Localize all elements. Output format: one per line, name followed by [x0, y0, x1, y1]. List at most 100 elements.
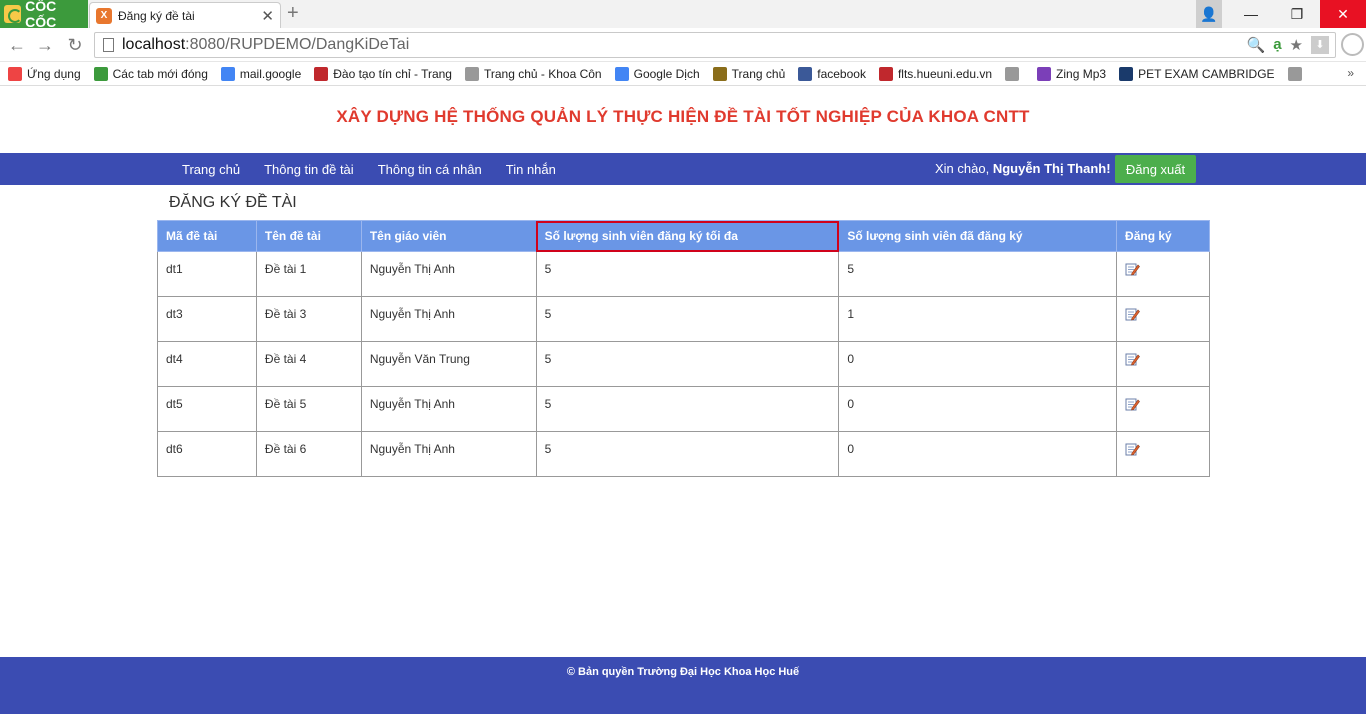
- bookmark-label: mail.google: [239, 66, 302, 81]
- col-header-max-students: Số lượng sinh viên đăng ký tối đa: [535, 220, 840, 252]
- cell-max-students: 5: [535, 251, 840, 297]
- history-icon: [93, 66, 108, 81]
- bookmark-item[interactable]: facebook: [798, 66, 866, 81]
- zoom-icon[interactable]: 🔍: [1247, 36, 1266, 54]
- table-row: dt6 Đề tài 6 Nguyễn Thị Anh 5 0: [157, 431, 1210, 477]
- nav-link-messages[interactable]: Tin nhắn: [494, 162, 568, 177]
- cell-register: [1116, 296, 1210, 342]
- xampp-favicon-icon: X: [96, 7, 112, 24]
- restore-icon[interactable]: ❐: [1274, 0, 1320, 28]
- cell-registered-students: 0: [838, 431, 1118, 477]
- url-input[interactable]: localhost:8080/RUPDEMO/DangKiDeTai 🔍 ạ ★…: [94, 32, 1336, 58]
- cell-topic-id: dt3: [157, 296, 257, 342]
- cell-topic-name: Đề tài 4: [255, 341, 362, 387]
- bookmark-item[interactable]: Trang chủ - Khoa Côn: [464, 66, 602, 81]
- forward-arrow-icon[interactable]: →: [34, 34, 56, 56]
- section-title: ĐĂNG KÝ ĐỀ TÀI: [169, 194, 297, 211]
- cell-topic-name: Đề tài 6: [255, 431, 362, 477]
- coccoc-logo-icon: [4, 5, 23, 23]
- browser-tab[interactable]: X Đăng ký đề tài ✕: [89, 2, 281, 28]
- bookmark-item[interactable]: Ứng dụng: [8, 66, 81, 81]
- nav-link-home[interactable]: Trang chủ: [170, 162, 252, 177]
- shield-icon: [314, 66, 329, 81]
- bookmark-item[interactable]: flts.hueuni.edu.vn: [878, 66, 992, 81]
- extension-circle-icon[interactable]: [1341, 33, 1364, 56]
- cell-max-students: 5: [535, 431, 840, 477]
- bookmark-item[interactable]: Các tab mới đóng: [93, 66, 208, 81]
- address-bar-row: ← → ↻ localhost:8080/RUPDEMO/DangKiDeTai…: [0, 28, 1366, 62]
- page-footer: © Bản quyền Trường Đại Học Khoa Học Huế: [0, 657, 1366, 714]
- page-icon: [1005, 66, 1020, 81]
- site-title: XÂY DỰNG HỆ THỐNG QUẢN LÝ THỰC HIỆN ĐỀ T…: [336, 107, 1030, 126]
- new-tab-icon[interactable]: +: [287, 2, 299, 25]
- register-edit-icon[interactable]: [1125, 397, 1140, 411]
- bookmark-item[interactable]: Google Dịch: [614, 66, 700, 81]
- cell-registered-students: 0: [838, 341, 1118, 387]
- cell-register: [1116, 431, 1210, 477]
- cell-max-students: 5: [535, 296, 840, 342]
- bookmark-item[interactable]: [1005, 66, 1024, 81]
- footer-copyright: © Bản quyền Trường Đại Học Khoa Học Huế: [566, 666, 800, 678]
- page-icon: [1287, 66, 1302, 81]
- reload-icon[interactable]: ↻: [64, 34, 86, 56]
- user-profile-icon[interactable]: 👤: [1196, 0, 1222, 28]
- url-path: :8080/RUPDEMO/DangKiDeTai: [185, 36, 410, 53]
- download-icon[interactable]: ⬇: [1311, 36, 1329, 54]
- page-icon: [464, 66, 479, 81]
- register-edit-icon[interactable]: [1125, 442, 1140, 456]
- cell-teacher: Nguyễn Thị Anh: [360, 386, 537, 432]
- col-header-topic-name: Tên đề tài: [255, 220, 362, 252]
- cell-teacher: Nguyễn Thị Anh: [360, 296, 537, 342]
- browser-logo[interactable]: CỐC CỐC: [0, 0, 88, 30]
- bookmark-star-icon[interactable]: ★: [1290, 36, 1303, 54]
- bookmark-label: Zing Mp3: [1056, 66, 1107, 81]
- cell-topic-id: dt6: [157, 431, 257, 477]
- cell-topic-name: Đề tài 5: [255, 386, 362, 432]
- bookmark-item[interactable]: Zing Mp3: [1037, 66, 1107, 81]
- cell-registered-students: 1: [838, 296, 1118, 342]
- topic-table: Mã đề tài Tên đề tài Tên giáo viên Số lư…: [157, 220, 1210, 477]
- apps-grid-icon: [8, 66, 22, 81]
- bookmark-label: Ứng dụng: [27, 66, 81, 81]
- nav-link-topic-info[interactable]: Thông tin đề tài: [252, 162, 366, 177]
- cell-teacher: Nguyễn Thị Anh: [360, 431, 537, 477]
- close-window-icon[interactable]: ✕: [1320, 0, 1366, 28]
- nav-link-personal-info[interactable]: Thông tin cá nhân: [366, 162, 494, 177]
- minimize-icon[interactable]: —: [1228, 0, 1274, 28]
- bookmark-item[interactable]: Trang chủ: [712, 66, 785, 81]
- col-header-topic-id: Mã đề tài: [157, 220, 257, 252]
- register-edit-icon[interactable]: [1125, 262, 1140, 276]
- browser-tab-bar: CỐC CỐC X Đăng ký đề tài ✕ + 👤 — ❐ ✕: [0, 0, 1366, 30]
- bookmark-label: Google Dịch: [633, 66, 700, 81]
- table-header-row: Mã đề tài Tên đề tài Tên giáo viên Số lư…: [157, 220, 1210, 252]
- cell-topic-name: Đề tài 3: [255, 296, 362, 342]
- google-icon: [220, 66, 235, 81]
- bookmark-label: facebook: [817, 66, 866, 81]
- user-name: Nguyễn Thị Thanh!: [992, 161, 1111, 176]
- more-bookmarks-icon[interactable]: »: [1347, 66, 1354, 80]
- cell-topic-name: Đề tài 1: [255, 251, 362, 297]
- language-icon[interactable]: ạ: [1273, 36, 1281, 54]
- school-icon: [712, 66, 727, 81]
- url-actions: 🔍 ạ ★ ⬇: [1247, 36, 1329, 54]
- bookmark-item[interactable]: Đào tạo tín chỉ - Trang: [314, 66, 452, 81]
- facebook-icon: [798, 66, 813, 81]
- table-row: dt4 Đề tài 4 Nguyễn Văn Trung 5 0: [157, 341, 1210, 387]
- book-icon: [1119, 66, 1134, 81]
- url-host: localhost: [122, 36, 186, 53]
- tab-close-icon[interactable]: ✕: [261, 7, 274, 25]
- cell-topic-id: dt5: [157, 386, 257, 432]
- nav-links: Trang chủ Thông tin đề tài Thông tin cá …: [170, 153, 568, 185]
- cell-register: [1116, 251, 1210, 297]
- col-header-teacher: Tên giáo viên: [360, 220, 537, 252]
- back-arrow-icon[interactable]: ←: [6, 34, 28, 56]
- greeting-prefix: Xin chào,: [935, 161, 993, 176]
- cell-topic-id: dt4: [157, 341, 257, 387]
- bookmark-item[interactable]: [1287, 66, 1307, 81]
- bookmark-item[interactable]: PET EXAM CAMBRIDGE: [1119, 66, 1275, 81]
- bookmark-item[interactable]: mail.google: [220, 66, 302, 81]
- register-edit-icon[interactable]: [1125, 307, 1140, 321]
- browser-logo-text: CỐC CỐC: [25, 0, 57, 30]
- logout-button[interactable]: Đăng xuất: [1115, 155, 1196, 183]
- register-edit-icon[interactable]: [1125, 352, 1140, 366]
